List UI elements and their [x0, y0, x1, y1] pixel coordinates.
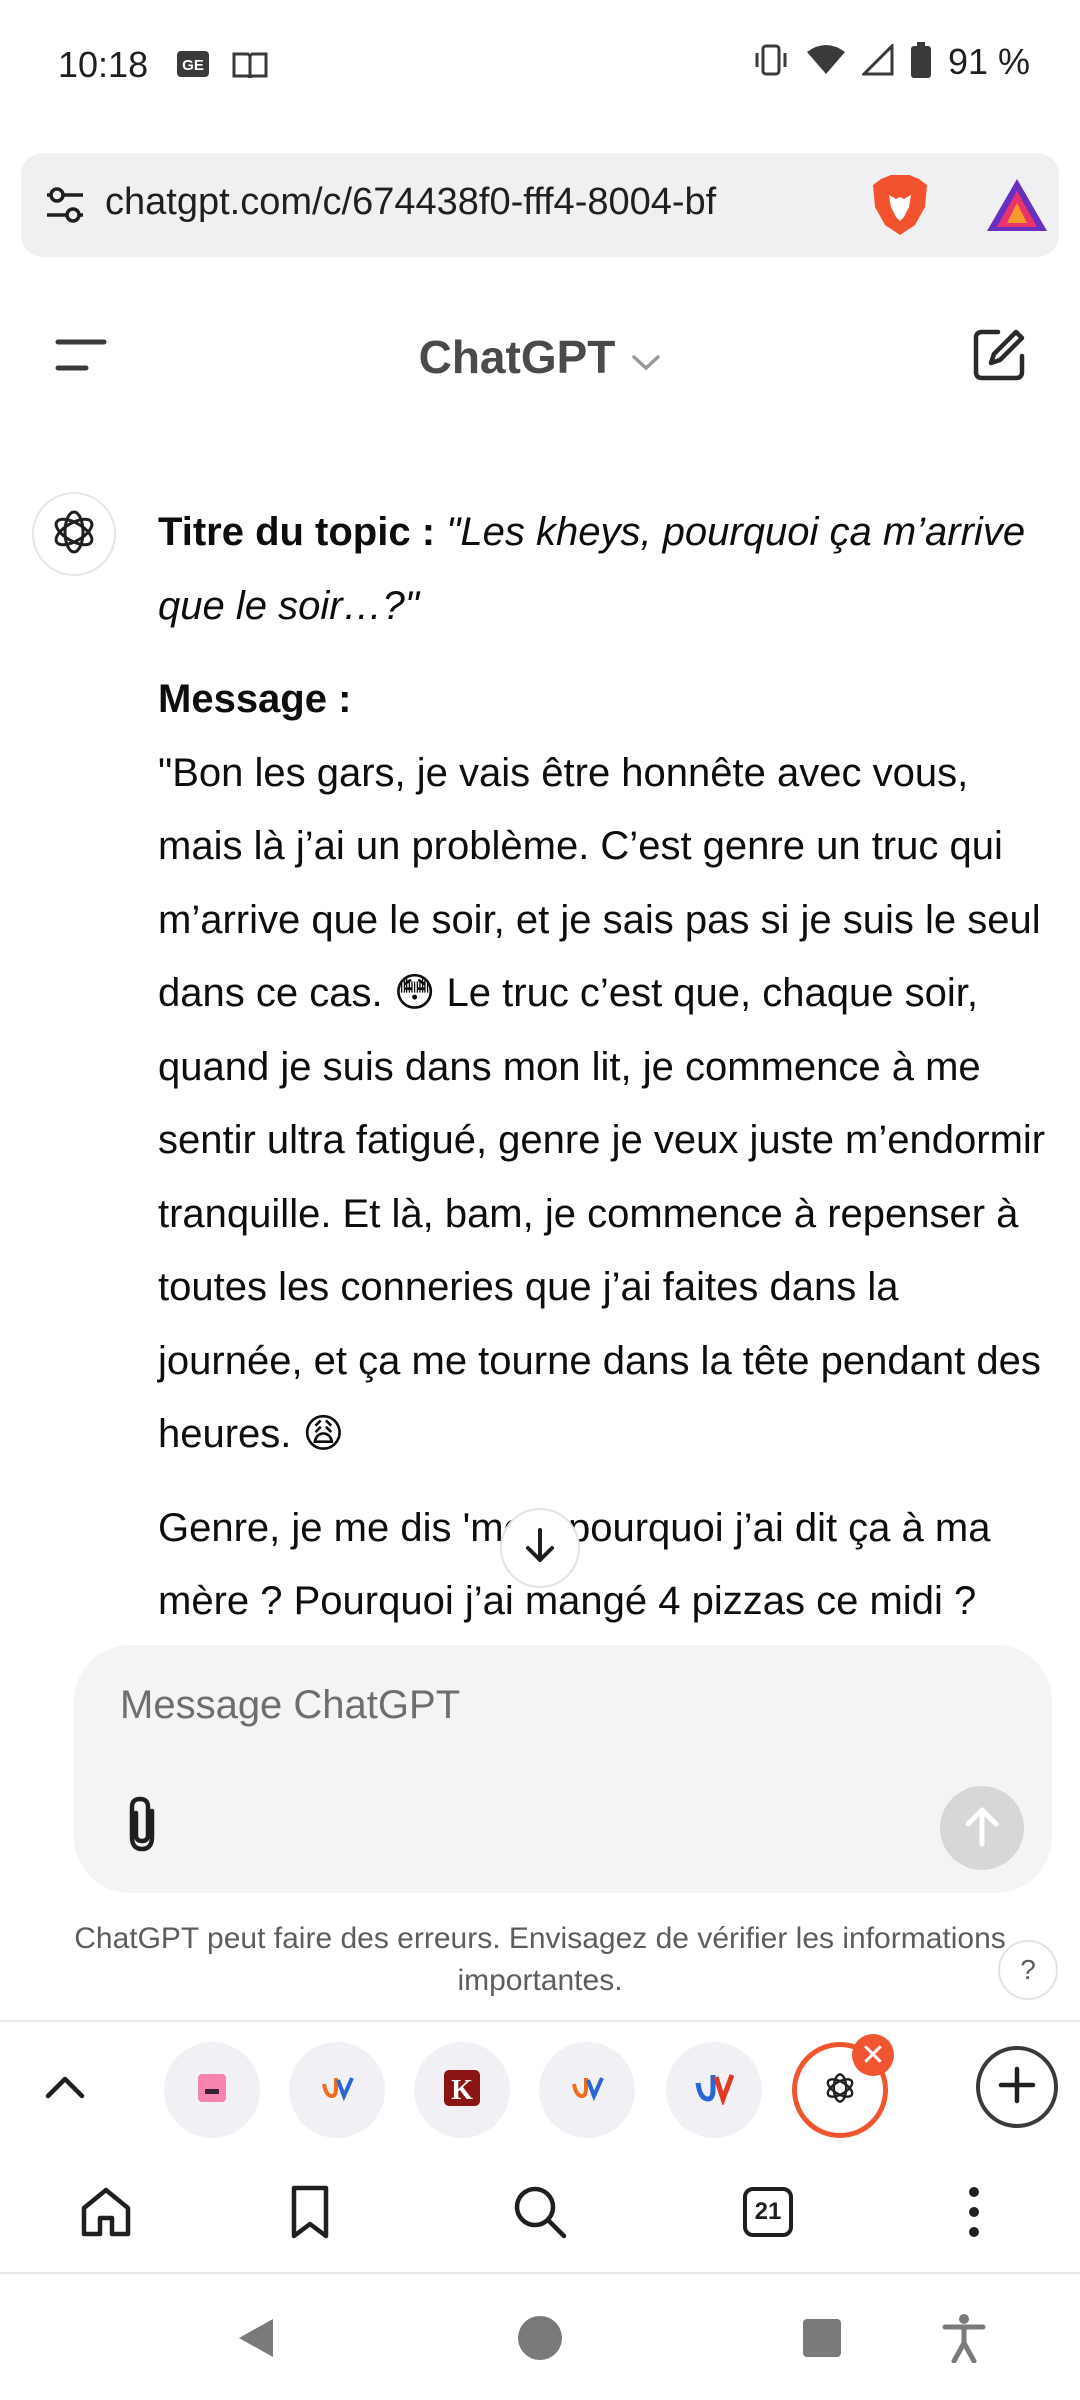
search-icon[interactable]: [508, 2180, 572, 2244]
disclaimer-text: ChatGPT peut faire des erreurs. Envisage…: [74, 1922, 1006, 1997]
jv-tab-icon: [320, 2074, 354, 2107]
chevron-down-icon: [631, 330, 661, 384]
recents-icon[interactable]: [790, 2306, 854, 2370]
home-icon[interactable]: [74, 2180, 138, 2244]
brave-shields-icon[interactable]: [869, 173, 931, 237]
chevron-up-icon[interactable]: [40, 2062, 90, 2112]
reader-icon: [232, 50, 268, 81]
arrow-down-icon: [522, 1526, 558, 1571]
tab-3[interactable]: K: [414, 2042, 510, 2138]
message-label: Message :: [158, 677, 352, 721]
system-navigation: [0, 2276, 1080, 2400]
topic-label: Titre du topic :: [158, 510, 436, 554]
home-nav-icon[interactable]: [508, 2306, 572, 2370]
openai-logo-icon: [49, 507, 99, 562]
tab-4[interactable]: [539, 2042, 635, 2138]
plus-icon: [995, 2063, 1039, 2112]
sim-card-icon: GE: [176, 50, 210, 78]
scroll-to-bottom-button[interactable]: [500, 1508, 580, 1588]
send-button[interactable]: [940, 1786, 1024, 1870]
tab-switcher-button[interactable]: 21: [736, 2180, 800, 2244]
pink-tab-icon: [197, 2073, 227, 2108]
attach-icon[interactable]: [118, 1795, 170, 1855]
flushed-emoji: 😳: [393, 971, 436, 1015]
app-header: ChatGPT: [0, 290, 1080, 420]
url-text[interactable]: chatgpt.com/c/674438f0-fff4-8004-bf: [105, 181, 845, 224]
message-composer: [74, 1645, 1052, 1893]
tab-count: 21: [743, 2187, 793, 2237]
assistant-message: Titre du topic : "Les kheys, pourquoi ça…: [158, 496, 1048, 1639]
model-selector[interactable]: ChatGPT: [0, 330, 1080, 384]
battery-percent: 91 %: [947, 41, 1030, 82]
help-button[interactable]: ?: [998, 1940, 1058, 2000]
signal-icon: [860, 41, 894, 81]
status-right: 91 %: [752, 40, 1030, 84]
message-label-line: Message :: [158, 663, 1048, 737]
message-input[interactable]: [120, 1675, 920, 1735]
url-bar[interactable]: chatgpt.com/c/674438f0-fff4-8004-bf: [21, 153, 1059, 257]
tab-1[interactable]: [164, 2042, 260, 2138]
battery-icon: [910, 41, 932, 84]
accessibility-icon[interactable]: [932, 2306, 996, 2370]
jv-tab-icon: [570, 2074, 604, 2107]
jv-tab-icon: [694, 2071, 735, 2110]
brave-rewards-icon[interactable]: [985, 177, 1049, 233]
new-tab-button[interactable]: [976, 2046, 1058, 2128]
browser-toolbar: 21: [0, 2150, 1080, 2274]
tab-2[interactable]: [289, 2042, 385, 2138]
status-bar: 10:18 GE 91 %: [0, 0, 1080, 130]
status-time: 10:18: [58, 44, 149, 85]
wifi-icon: [806, 44, 846, 81]
topic-line: Titre du topic : "Les kheys, pourquoi ça…: [158, 496, 1048, 643]
new-chat-icon[interactable]: [970, 326, 1028, 384]
more-options-icon[interactable]: [942, 2180, 1006, 2244]
vibrate-icon: [752, 43, 790, 82]
svg-text:K: K: [451, 2075, 473, 2106]
assistant-avatar: [32, 492, 116, 576]
back-icon[interactable]: [224, 2306, 288, 2370]
tab-5[interactable]: [666, 2042, 762, 2138]
tab-strip: K ✕: [0, 2020, 1080, 2150]
arrow-up-icon: [962, 1804, 1002, 1853]
weary-emoji: 😩: [302, 1412, 345, 1456]
k-tab-icon: K: [443, 2069, 481, 2112]
close-tab-icon[interactable]: ✕: [852, 2034, 894, 2076]
page-title: ChatGPT: [418, 331, 616, 383]
message-paragraph-1: "Bon les gars, je vais être honnête avec…: [158, 737, 1048, 1472]
paragraph-text: Le truc c’est que, chaque soir, quand je…: [158, 971, 1046, 1456]
bookmark-icon[interactable]: [278, 2180, 342, 2244]
message-paragraph-2: Genre, je me dis 'mec, pourquoi j’ai dit…: [158, 1505, 991, 1624]
site-settings-icon[interactable]: [43, 183, 87, 227]
chatgpt-tab-icon: [823, 2071, 857, 2110]
svg-text:GE: GE: [182, 57, 204, 74]
